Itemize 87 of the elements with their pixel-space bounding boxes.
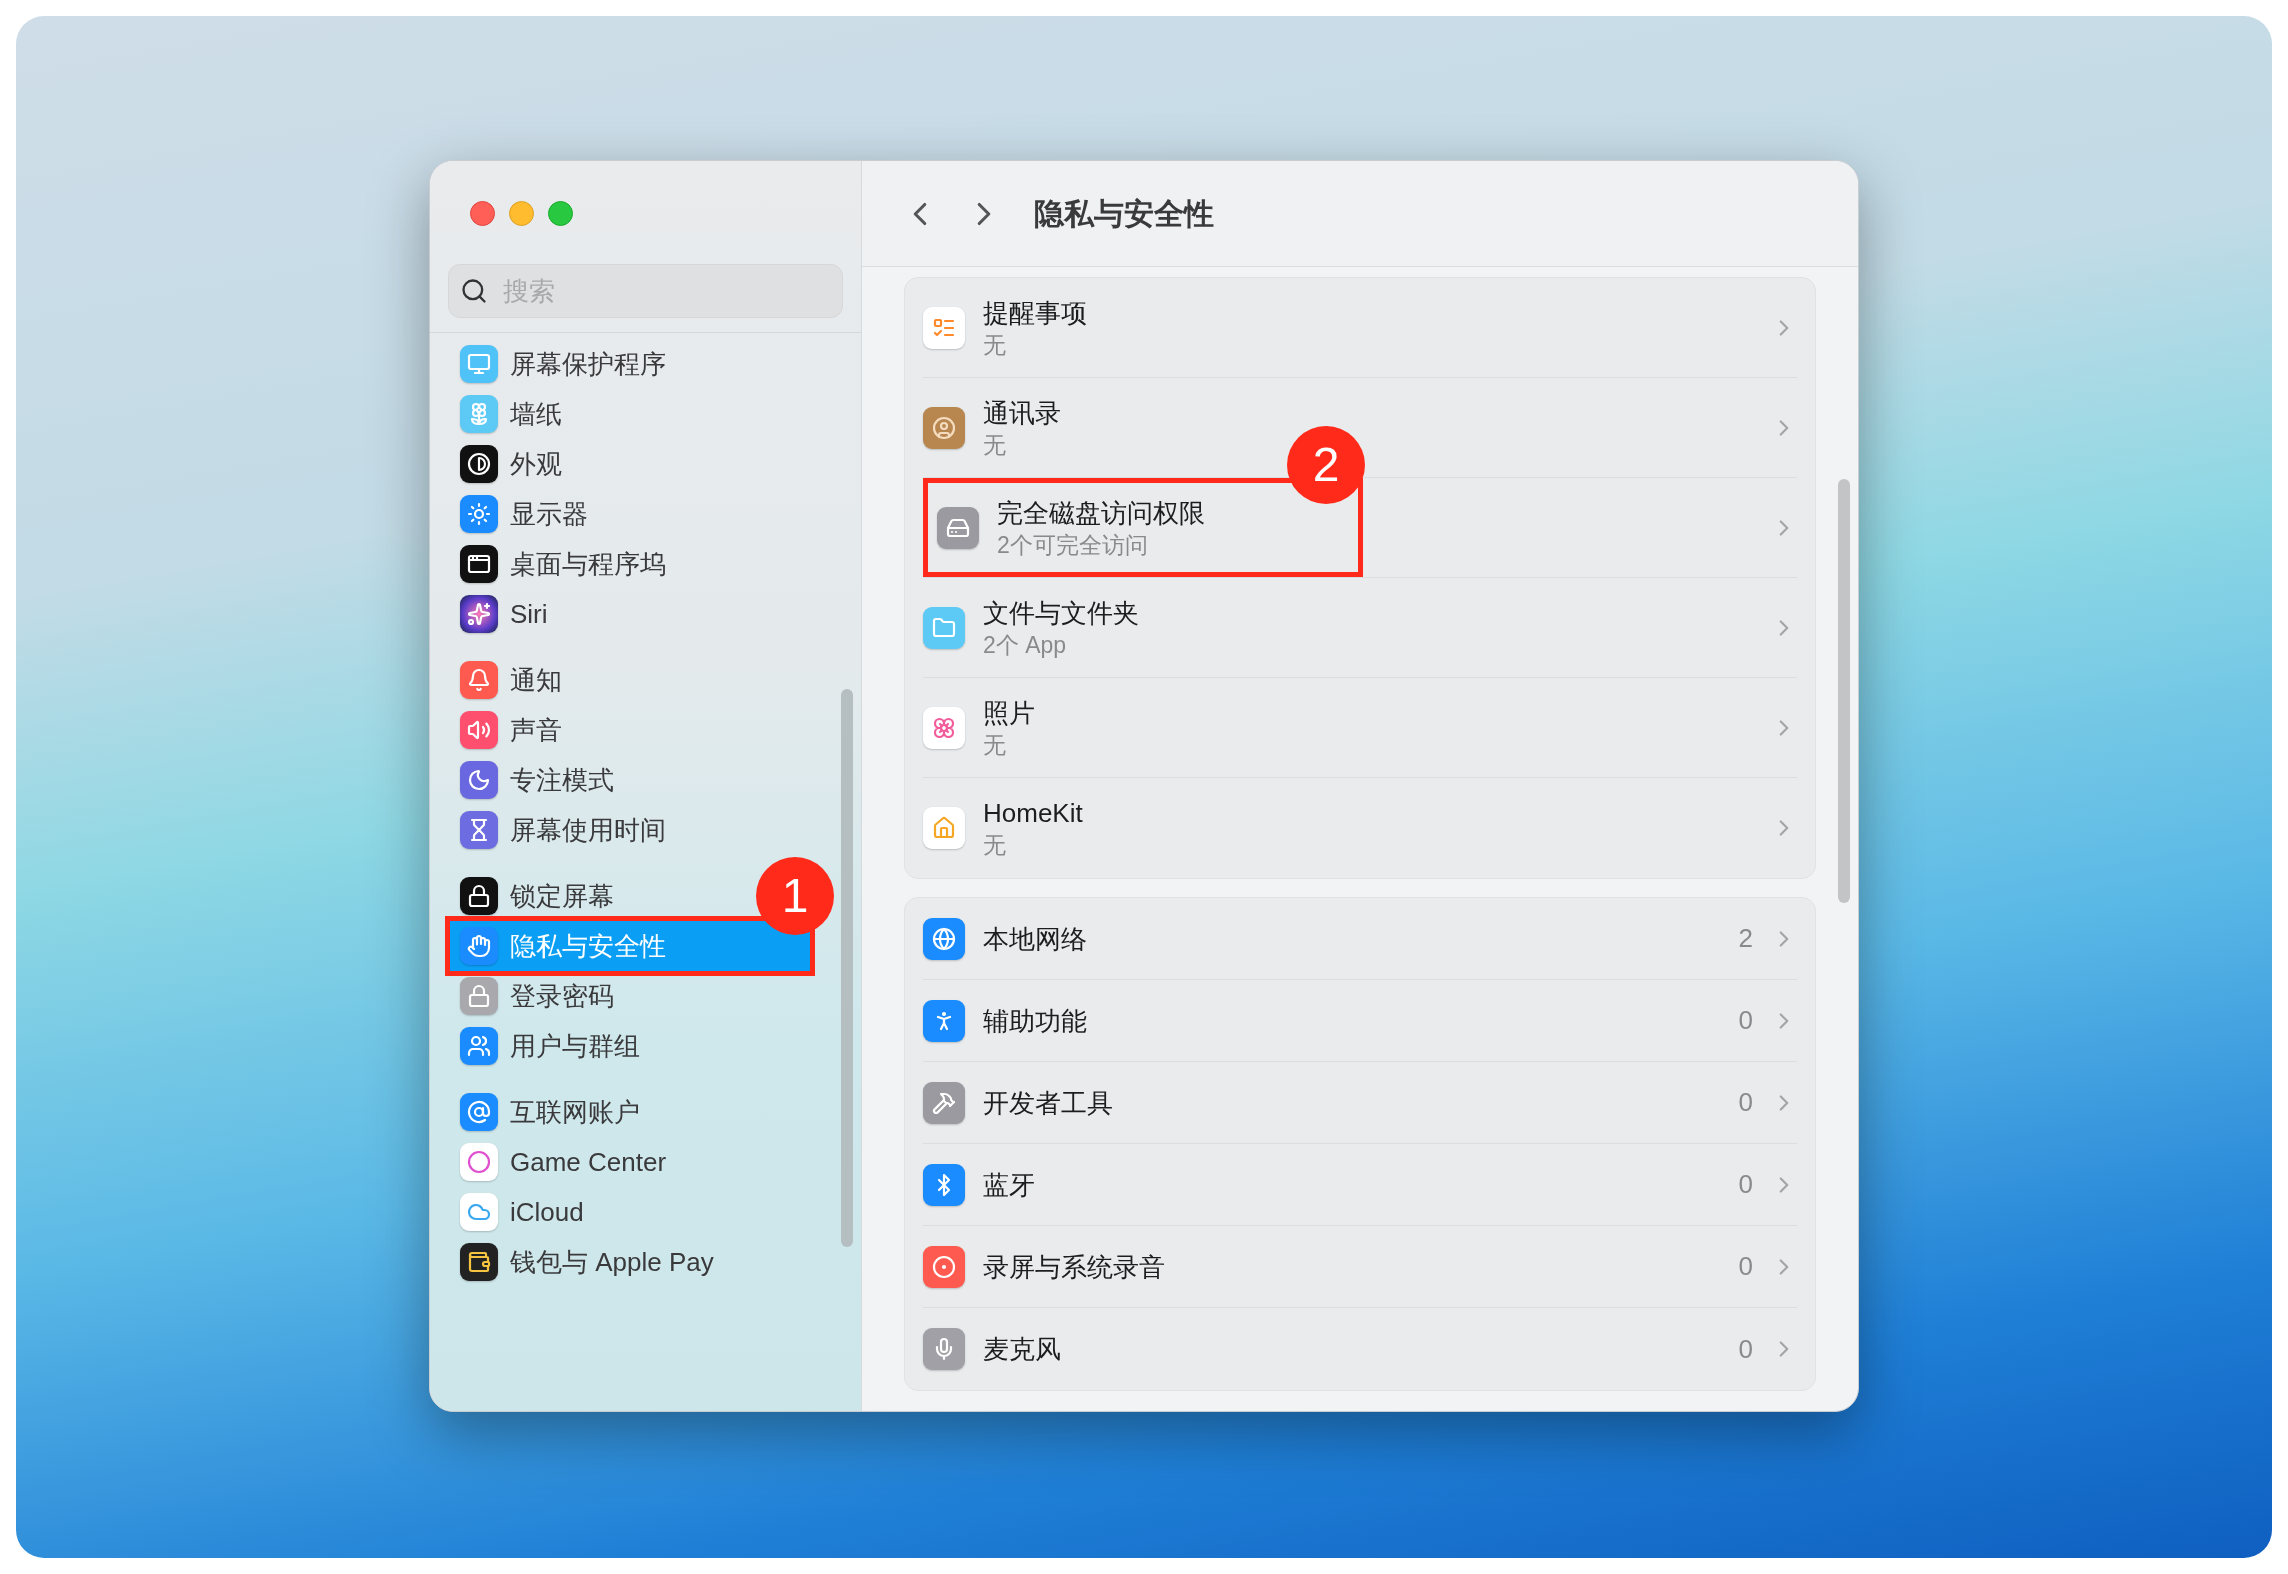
search-icon [460,277,488,305]
list-icon [923,306,965,349]
drive-icon [937,506,979,549]
bluetooth-icon [923,1163,965,1206]
sidebar-item[interactable]: Game Center [450,1137,677,1187]
wallet-icon [460,1243,498,1281]
sidebar-item[interactable]: 屏幕使用时间 [450,805,676,855]
row-title: 开发者工具 [983,1086,1114,1120]
cloud-icon [460,1193,498,1231]
sidebar-item[interactable]: 桌面与程序坞 [450,539,676,589]
count-label: 0 [1738,1086,1753,1119]
screensaver-icon [460,345,498,383]
at-sign-icon [460,1093,498,1131]
speaker-icon [460,711,498,749]
settings-row[interactable]: 文件与文件夹 2个 App [923,578,1797,678]
appearance-icon [460,445,498,483]
settings-row[interactable]: 辅助功能 0 [923,980,1797,1062]
row-title: 本地网络 [983,922,1088,956]
row-title: 通讯录 [983,396,1062,430]
number-badge: 1 [756,857,834,935]
row-subtitle: 无 [983,430,1007,460]
sidebar-item[interactable]: 屏幕保护程序 [450,339,676,389]
flower-icon [460,395,498,433]
hourglass-icon [460,811,498,849]
settings-row[interactable]: 提醒事项 无 [923,278,1797,378]
hand-icon [460,927,498,965]
settings-row[interactable]: 本地网络 2 [923,898,1797,980]
settings-row[interactable]: 蓝牙 0 [923,1144,1797,1226]
row-title: 文件与文件夹 [983,596,1140,630]
row-subtitle: 无 [983,831,1007,860]
row-subtitle: 2个 App [983,630,1068,660]
lock-icon [460,877,498,915]
dock-icon [460,545,498,583]
row-title: 辅助功能 [983,1004,1088,1038]
count-label: 0 [1738,1250,1753,1283]
row-subtitle: 2个可完全访问 [997,530,1149,560]
count-label: 0 [1738,1004,1753,1037]
sidebar-item[interactable]: 显示器 [450,489,598,539]
sidebar-item[interactable]: 声音 [450,705,572,755]
row-title: 录屏与系统录音 [983,1250,1166,1284]
settings-row[interactable]: HomeKit 无 [923,778,1797,878]
lock-icon [460,977,498,1015]
sidebar-item[interactable]: 墙纸 [450,389,572,439]
hammer-icon [923,1081,965,1124]
settings-row[interactable]: 照片 无 [923,678,1797,778]
sidebar-item[interactable]: 锁定屏幕 [450,871,624,921]
row-subtitle: 无 [983,730,1007,760]
folder-icon [923,606,965,649]
row-title: 麦克风 [983,1333,1062,1366]
zoom-button[interactable] [548,201,573,226]
settings-row[interactable]: 麦克风 0 [923,1308,1797,1390]
sidebar-item[interactable]: 用户与群组 [450,1021,650,1071]
settings-row[interactable]: 录屏与系统录音 0 [923,1226,1797,1308]
sidebar-item[interactable]: 通知 [450,655,572,705]
house-icon [923,807,965,849]
accessibility-icon [923,999,965,1042]
minimize-button[interactable] [509,201,534,226]
row-title: 照片 [983,696,1036,730]
sidebar-item[interactable]: 外观 [450,439,572,489]
sidebar-item[interactable]: Siri [450,589,558,639]
sidebar-item[interactable]: 登录密码 [450,971,624,1021]
number-badge: 2 [1287,426,1365,504]
sun-icon [460,495,498,533]
flower-icon [923,706,965,749]
globe-icon [923,917,965,960]
contact-book-icon [923,406,965,449]
sidebar-item[interactable]: iCloud [450,1187,594,1237]
window-title: 隐私与安全性 [1034,196,1214,232]
sidebar-item[interactable]: 互联网账户 [450,1087,650,1137]
row-title: 蓝牙 [983,1168,1036,1202]
row-title: HomeKit [983,797,1084,830]
count-label: 2 [1738,922,1753,955]
close-button[interactable] [470,201,495,226]
settings-row[interactable]: 开发者工具 0 [923,1062,1797,1144]
row-title: 完全磁盘访问权限 [997,496,1206,530]
sidebar-item[interactable]: 专注模式 [450,755,624,805]
people-icon [460,1027,498,1065]
microphone-icon [923,1328,965,1370]
record-icon [923,1245,965,1288]
count-label: 0 [1738,1332,1753,1366]
sidebar-item[interactable]: 钱包与 Apple Pay [450,1237,724,1287]
bell-icon [460,661,498,699]
siri-icon [460,595,498,633]
count-label: 0 [1738,1168,1753,1201]
moon-icon [460,761,498,799]
row-subtitle: 无 [983,330,1007,360]
row-title: 提醒事项 [983,296,1088,330]
